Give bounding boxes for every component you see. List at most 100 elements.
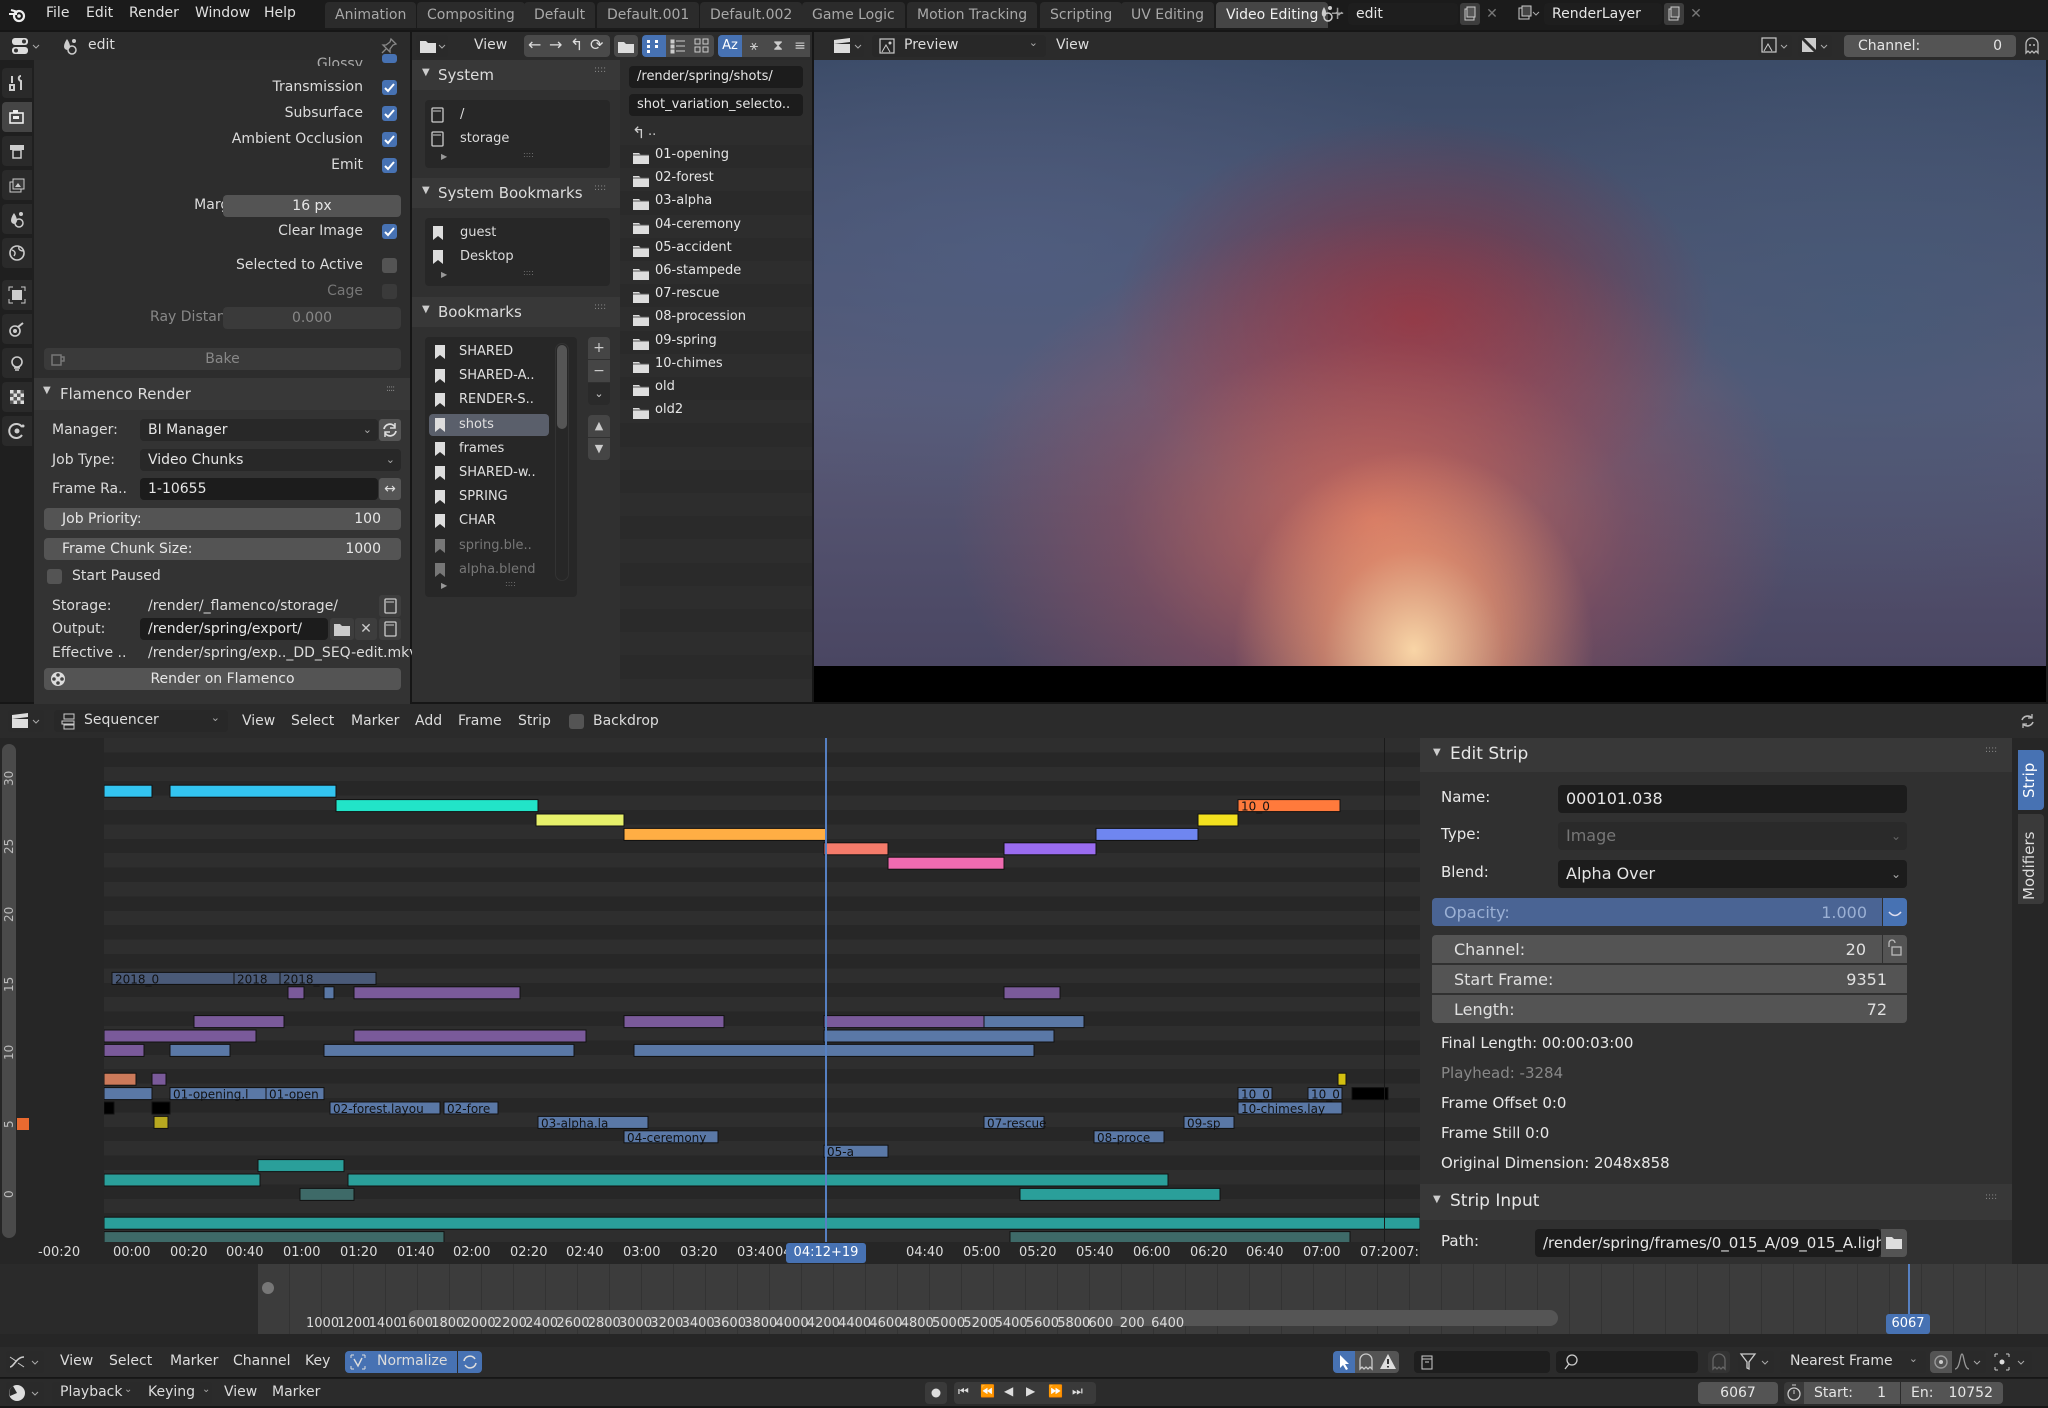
directory-path-field[interactable]: /render/spring/shots/ [629, 66, 803, 88]
tab-tool[interactable] [2, 68, 32, 98]
display-thumbnails-button[interactable] [690, 35, 714, 57]
graph-menu-marker[interactable]: Marker [170, 1353, 218, 1369]
ambient-occlusion-checkbox[interactable] [382, 132, 397, 147]
scene-selector-icon[interactable] [1318, 3, 1344, 25]
clear-output-button[interactable]: ✕ [355, 618, 377, 640]
record-button[interactable] [925, 1382, 947, 1404]
sound-strip[interactable] [104, 1173, 261, 1187]
color-strip[interactable] [823, 842, 889, 856]
editor-type-button[interactable] [830, 35, 864, 57]
bookmarks-scrollbar[interactable] [555, 343, 569, 581]
workspace-tab-scripting[interactable]: Scripting [1040, 2, 1123, 28]
overlay-button[interactable] [1798, 35, 1832, 57]
sequencer-menu-select[interactable]: Select [291, 713, 334, 729]
bookmark-item[interactable]: SPRING [429, 486, 549, 508]
drag-handle-icon[interactable]: :::: [594, 302, 606, 312]
image-strip[interactable] [323, 1043, 575, 1057]
new-view-layer-button[interactable] [1664, 3, 1684, 25]
menu-file[interactable]: File [46, 5, 69, 21]
menu-edit[interactable]: Edit [86, 5, 113, 21]
remove-bookmark-button[interactable]: − [588, 360, 610, 382]
show-hidden-toggle[interactable] [1355, 1351, 1377, 1373]
color-strip[interactable] [1337, 1072, 1347, 1086]
tab-view-layer[interactable] [2, 170, 32, 200]
output-drive-button[interactable] [379, 618, 401, 640]
resize-handle-icon[interactable]: :::: [523, 268, 534, 277]
folder-row[interactable]: 01-opening [620, 145, 812, 168]
storage-drive-button[interactable] [379, 595, 401, 617]
bookmark-guest[interactable]: guest [425, 222, 610, 244]
strip-name-field[interactable]: 000101.038 [1558, 785, 1907, 813]
subsurface-checkbox[interactable] [382, 106, 397, 121]
play-button[interactable]: ▶ [1026, 1384, 1035, 1398]
system-bookmarks-header[interactable]: ▼ System Bookmarks :::: [412, 178, 620, 208]
blender-logo-icon[interactable] [8, 6, 26, 24]
frame-range-sync-button[interactable]: ↔ [379, 478, 401, 500]
tab-flamenco[interactable] [2, 416, 32, 446]
bookmark-item[interactable]: frames [429, 438, 549, 460]
timeline-view-menu[interactable]: View [224, 1384, 257, 1400]
bookmark-menu-button[interactable]: ⌄ [588, 383, 610, 405]
workspace-tab-compositing[interactable]: Compositing [417, 2, 525, 28]
editor-type-button[interactable] [8, 710, 44, 732]
parent-directory-row[interactable]: ↰.. [620, 122, 812, 145]
color-strip[interactable] [151, 1101, 171, 1115]
color-strip[interactable] [1197, 813, 1239, 827]
bookmark-item[interactable]: RENDER-S.. [429, 389, 549, 411]
cage-checkbox[interactable] [382, 284, 397, 299]
clear-image-checkbox[interactable] [382, 224, 397, 239]
current-frame-field[interactable]: 6067 [1698, 1382, 1778, 1404]
add-bookmark-button[interactable]: + [588, 337, 610, 359]
filters-dropdown[interactable] [1738, 1351, 1774, 1373]
jump-keyframe-forward-button[interactable]: ⏩ [1048, 1384, 1063, 1398]
preview-canvas[interactable] [814, 60, 2048, 702]
preview-view-menu[interactable]: View [1056, 37, 1089, 53]
graph-menu-key[interactable]: Key [305, 1353, 330, 1369]
flamenco-panel-header[interactable]: ▼ Flamenco Render :::: [34, 378, 410, 410]
graph-scroll-handle[interactable] [262, 1282, 274, 1294]
resize-handle-icon[interactable]: :::: [505, 579, 516, 588]
collection-filter-field[interactable] [1414, 1351, 1550, 1373]
tab-texture[interactable] [2, 382, 32, 412]
start-paused-checkbox[interactable] [47, 569, 62, 584]
tab-data[interactable] [2, 348, 32, 378]
start-frame-field[interactable]: Start: 1 [1804, 1382, 1900, 1404]
sort-time-button[interactable]: ⧗ [766, 35, 790, 57]
delete-view-layer-button[interactable]: ✕ [1686, 3, 1706, 25]
selected-to-active-checkbox[interactable] [382, 258, 397, 273]
move-bookmark-up-button[interactable]: ▲ [588, 415, 610, 437]
folder-row[interactable]: 06-stampede [620, 261, 812, 284]
backdrop-checkbox[interactable] [569, 714, 584, 729]
manager-dropdown[interactable]: BI Manager ⌄ [140, 419, 378, 441]
refresh-icon[interactable] [2018, 712, 2036, 730]
view-menu[interactable]: View [474, 37, 507, 53]
sequencer-menu-frame[interactable]: Frame [458, 713, 502, 729]
opacity-keyframe-button[interactable] [1883, 898, 1907, 926]
transmission-checkbox[interactable] [382, 80, 397, 95]
job-type-dropdown[interactable]: Video Chunks ⌄ [140, 449, 401, 471]
move-bookmark-down-button[interactable]: ▼ [588, 438, 610, 460]
preview-range-toggle[interactable] [1784, 1382, 1804, 1404]
emit-checkbox[interactable] [382, 158, 397, 173]
image-strip[interactable] [1003, 986, 1061, 1000]
editor-type-button[interactable] [416, 35, 448, 57]
image-strip[interactable] [623, 1015, 725, 1029]
graph-menu-select[interactable]: Select [109, 1353, 152, 1369]
length-field[interactable]: Length: 72 [1432, 995, 1907, 1023]
new-folder-button[interactable] [614, 35, 638, 57]
sequencer-view-type-dropdown[interactable]: Sequencer ⌄ [54, 710, 228, 732]
tab-output[interactable] [2, 136, 32, 166]
chunk-size-field[interactable]: Frame Chunk Size: 1000 [44, 538, 401, 560]
refresh-button[interactable]: ⟳ [590, 35, 603, 54]
color-strip[interactable] [1003, 842, 1097, 856]
image-strip[interactable] [193, 1015, 285, 1029]
opacity-field[interactable]: Opacity: 1.000 [1432, 898, 1882, 926]
display-long-list-button[interactable] [666, 35, 690, 57]
workspace-tab-motion-tracking[interactable]: Motion Tracking [907, 2, 1038, 28]
workspace-tab-video-editing[interactable]: Video Editing [1216, 2, 1329, 28]
sound-strip[interactable] [299, 1187, 355, 1201]
edit-strip-panel-header[interactable]: ▼ Edit Strip :::: [1420, 738, 2012, 772]
timeline-marker-menu[interactable]: Marker [272, 1384, 320, 1400]
start-frame-field[interactable]: Start Frame: 9351 [1432, 965, 1907, 993]
strip-type-dropdown[interactable]: Image ⌄ [1558, 822, 1907, 850]
